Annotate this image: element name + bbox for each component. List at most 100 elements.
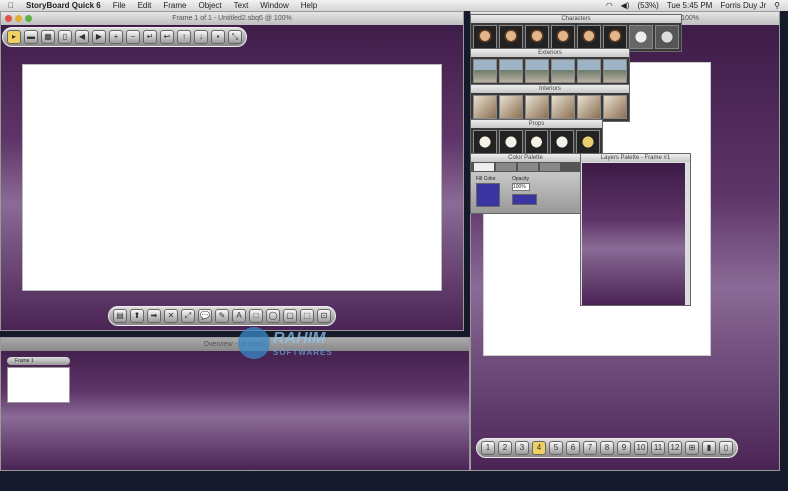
menu-object[interactable]: Object [199, 1, 222, 10]
frame-view-button[interactable]: ▬ [24, 30, 38, 44]
ellipse-tool-button[interactable]: ◯ [266, 309, 280, 323]
overview-frame-label[interactable]: Frame 1 [7, 357, 70, 365]
previous-frame-button[interactable]: ◀ [75, 30, 89, 44]
prop-thumbnail[interactable] [576, 130, 600, 154]
frame-button-4[interactable]: 4 [532, 441, 546, 455]
frame-button-5[interactable]: 5 [549, 441, 563, 455]
prop-thumbnail[interactable] [473, 130, 497, 154]
text-tool-button[interactable]: A [232, 309, 246, 323]
clock[interactable]: Tue 5:45 PM [667, 1, 713, 10]
interior-thumbnail[interactable] [525, 95, 549, 119]
layer-button[interactable]: ▤ [113, 309, 127, 323]
frame-button-8[interactable]: 8 [600, 441, 614, 455]
move-down-button[interactable]: ↓ [194, 30, 208, 44]
frame-canvas[interactable] [22, 64, 442, 291]
layers-list[interactable] [582, 163, 685, 305]
frame-button-7[interactable]: 7 [583, 441, 597, 455]
add-frame-button[interactable]: + [109, 30, 123, 44]
prop-thumbnail[interactable] [524, 130, 549, 154]
menu-text[interactable]: Text [234, 1, 249, 10]
delete-frame-button[interactable]: − [126, 30, 140, 44]
interior-thumbnail[interactable] [577, 95, 601, 119]
menu-file[interactable]: File [113, 1, 126, 10]
frame-button-10[interactable]: 10 [634, 441, 648, 455]
prop-thumbnail[interactable] [550, 130, 575, 154]
flip-button[interactable]: ✕ [164, 309, 178, 323]
frame-button-11[interactable]: 11 [651, 441, 665, 455]
color-palette-title[interactable]: Color Palette [471, 154, 580, 162]
exterior-thumbnail[interactable] [525, 59, 549, 83]
interior-thumbnail[interactable] [473, 95, 497, 119]
rectangle-tool-button[interactable]: □ [249, 309, 263, 323]
exterior-thumbnail[interactable] [577, 59, 601, 83]
interior-thumbnail[interactable] [499, 95, 523, 119]
rounded-rect-tool-button[interactable]: ▢ [283, 309, 297, 323]
menu-frame[interactable]: Frame [163, 1, 186, 10]
insert-before-button[interactable]: ↵ [143, 30, 157, 44]
interior-thumbnail[interactable] [551, 95, 575, 119]
grid-button[interactable]: ⊞ [685, 441, 699, 455]
arrow-button[interactable]: ➡ [147, 309, 161, 323]
page-view-button[interactable]: ▯ [58, 30, 72, 44]
main-window-titlebar[interactable]: Frame 1 of 1 - Untitled2.sbq6 @ 100% [1, 12, 463, 25]
volume-icon[interactable]: ◀) [621, 1, 630, 10]
menu-help[interactable]: Help [301, 1, 317, 10]
scale-button[interactable]: ⤢ [181, 309, 195, 323]
line-tab[interactable] [496, 163, 516, 171]
character-thumbnail[interactable] [499, 25, 523, 49]
fill-color-swatch[interactable] [476, 183, 500, 207]
frame-button-3[interactable]: 3 [515, 441, 529, 455]
view-button-1[interactable]: ▮ [702, 441, 716, 455]
character-thumbnail[interactable] [577, 25, 601, 49]
close-button[interactable] [5, 15, 12, 22]
menu-window[interactable]: Window [260, 1, 288, 10]
speech-bubble-button[interactable]: 💬 [198, 309, 212, 323]
character-thumbnail[interactable] [551, 25, 575, 49]
select-tool-button[interactable]: ⬚ [300, 309, 314, 323]
menu-app[interactable]: StoryBoard Quick 6 [26, 1, 101, 10]
fill-tab[interactable] [474, 163, 494, 171]
interior-thumbnail[interactable] [603, 95, 627, 119]
pattern-tab[interactable] [540, 163, 560, 171]
exterior-thumbnail[interactable] [551, 59, 575, 83]
shadow-tab[interactable] [518, 163, 538, 171]
minimize-button[interactable] [15, 15, 22, 22]
prop-thumbnail[interactable] [498, 130, 523, 154]
grid-view-button[interactable]: ▦ [41, 30, 55, 44]
move-up-button[interactable]: ↑ [177, 30, 191, 44]
crop-tool-button[interactable]: ⊡ [317, 309, 331, 323]
pen-tool-button[interactable]: ✎ [215, 309, 229, 323]
next-frame-button[interactable]: ▶ [92, 30, 106, 44]
character-thumbnail[interactable] [473, 25, 497, 49]
expand-button[interactable]: ⤡ [228, 30, 242, 44]
character-thumbnail[interactable] [525, 25, 549, 49]
bring-forward-button[interactable]: ⬆ [130, 309, 144, 323]
battery-status[interactable]: (53%) [638, 1, 659, 10]
character-thumbnail[interactable] [603, 25, 627, 49]
frame-button-2[interactable]: 2 [498, 441, 512, 455]
user-name[interactable]: Forris Duy Jr [720, 1, 766, 10]
frame-button-6[interactable]: 6 [566, 441, 580, 455]
exterior-thumbnail[interactable] [603, 59, 627, 83]
character-thumbnail[interactable] [655, 25, 679, 49]
characters-palette-title[interactable]: Characters [471, 15, 681, 23]
fit-button[interactable]: ▪ [211, 30, 225, 44]
opacity-field[interactable]: 100% [512, 183, 530, 191]
interiors-palette-title[interactable]: Interiors [471, 85, 629, 93]
spotlight-search-icon[interactable]: ⚲ [774, 1, 780, 10]
frame-button-1[interactable]: 1 [481, 441, 495, 455]
menu-edit[interactable]: Edit [138, 1, 152, 10]
insert-after-button[interactable]: ↩ [160, 30, 174, 44]
frame-button-9[interactable]: 9 [617, 441, 631, 455]
view-button-2[interactable]: ▯ [719, 441, 733, 455]
exteriors-palette-title[interactable]: Exteriors [471, 49, 629, 57]
apple-icon[interactable]:  [8, 1, 14, 10]
wifi-icon[interactable]: ◠ [606, 1, 613, 10]
frame-button-12[interactable]: 12 [668, 441, 682, 455]
overview-frame-thumbnail[interactable] [7, 367, 70, 403]
character-thumbnail[interactable] [629, 25, 653, 49]
layers-palette-title[interactable]: Layers Palette - Frame #1 [581, 154, 690, 162]
exterior-thumbnail[interactable] [499, 59, 523, 83]
props-palette-title[interactable]: Props [471, 120, 602, 128]
overview-titlebar[interactable]: Overview - Untitled2 [1, 338, 469, 351]
